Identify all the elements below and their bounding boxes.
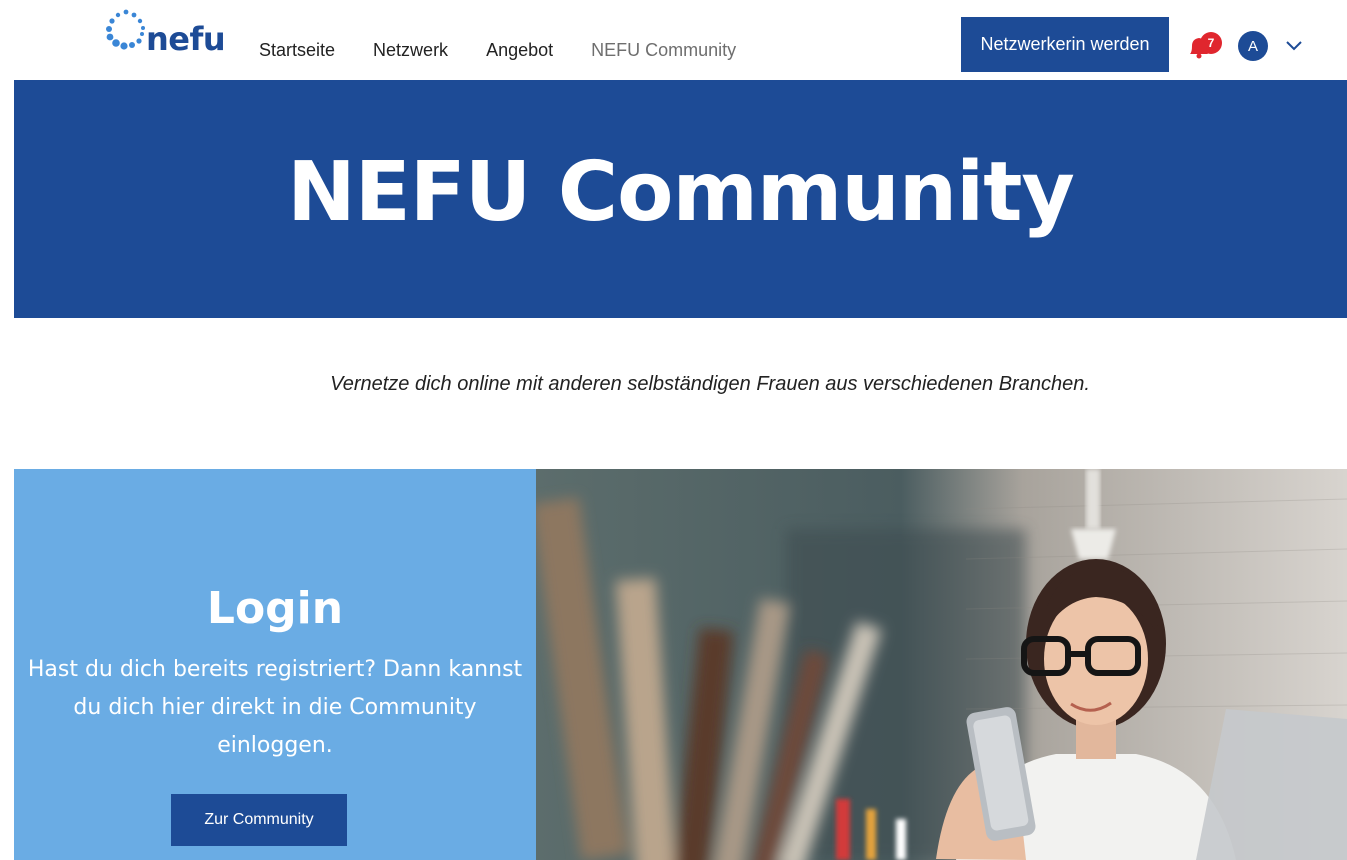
login-description: Hast du dich bereits registriert? Dann k… <box>27 657 523 758</box>
site-header: nefu Startseite Netzwerk Angebot NEFU Co… <box>0 0 1347 80</box>
hero-photo <box>536 469 1347 860</box>
woman-with-phone-image <box>536 469 1347 860</box>
login-title: Login <box>206 583 344 634</box>
avatar[interactable]: A <box>1238 31 1268 61</box>
hero-banner: NEFU Community <box>14 80 1347 318</box>
nav-item-netzwerk[interactable]: Netzwerk <box>373 40 448 61</box>
nav-item-nefu-community[interactable]: NEFU Community <box>591 40 736 61</box>
logo-text: nefu <box>146 20 226 58</box>
login-panel: Login Hast du dich bereits registriert? … <box>14 469 536 860</box>
nefu-logo-icon <box>106 9 145 50</box>
community-login-button[interactable]: Zur Community <box>171 794 347 846</box>
nav-item-startseite[interactable]: Startseite <box>259 40 335 61</box>
main-nav: Startseite Netzwerk Angebot NEFU Communi… <box>259 40 774 61</box>
nav-item-angebot[interactable]: Angebot <box>486 40 553 61</box>
nefu-logo[interactable]: nefu <box>100 6 232 68</box>
notification-badge: 7 <box>1200 32 1222 54</box>
chevron-down-icon[interactable] <box>1284 35 1304 55</box>
intro-text: Vernetze dich online mit anderen selbstä… <box>330 373 1090 395</box>
become-networker-button[interactable]: Netzwerkerin werden <box>961 17 1169 72</box>
page-title: NEFU Community <box>287 144 1075 240</box>
